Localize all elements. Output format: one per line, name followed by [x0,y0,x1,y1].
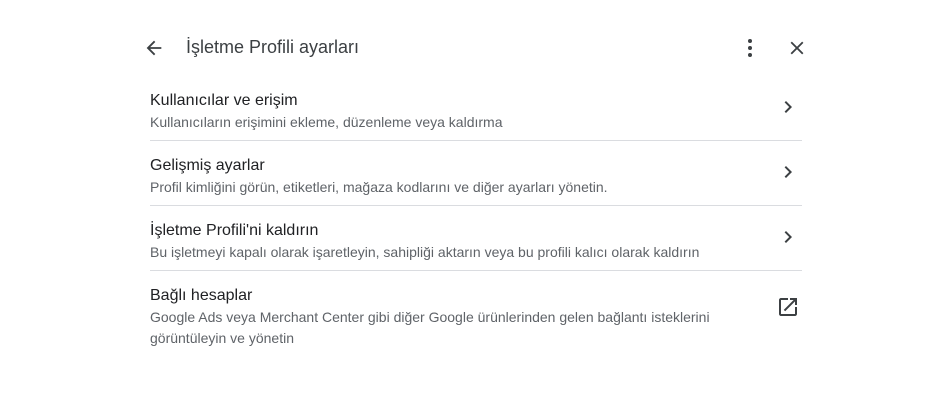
business-profile-settings-dialog: İşletme Profili ayarları Kullanıcılar ve… [128,20,822,380]
chevron-right-icon [784,166,792,178]
item-title: Gelişmiş ayarlar [150,157,265,174]
close-button[interactable] [783,34,811,62]
item-description: Google Ads veya Merchant Center gibi diğ… [150,309,710,346]
item-title: İşletme Profili'ni kaldırın [150,222,319,239]
item-description: Bu işletmeyi kapalı olarak işaretleyin, … [150,244,700,260]
settings-item-remove-profile[interactable]: İşletme Profili'ni kaldırın Bu işletmeyi… [150,206,802,271]
close-icon [790,41,804,55]
item-title: Kullanıcılar ve erişim [150,92,298,109]
item-title: Bağlı hesaplar [150,287,253,304]
arrow-back-icon [146,40,162,56]
settings-item-users-access[interactable]: Kullanıcılar ve erişim Kullanıcıların er… [150,76,802,141]
settings-item-advanced[interactable]: Gelişmiş ayarlar Profil kimliğini görün,… [150,141,802,206]
item-description: Kullanıcıların erişimini ekleme, düzenle… [150,114,503,130]
settings-list: Kullanıcılar ve erişim Kullanıcıların er… [150,76,802,359]
chevron-button[interactable] [776,95,800,119]
chevron-button[interactable] [776,160,800,184]
chevron-right-icon [784,101,792,113]
settings-item-linked-accounts[interactable]: Bağlı hesaplar Google Ads veya Merchant … [150,271,802,359]
more-vert-icon [748,39,752,57]
back-button[interactable] [140,34,168,62]
more-options-button[interactable] [736,34,764,62]
dialog-title: İşletme Profili ayarları [186,37,360,57]
chevron-button[interactable] [776,225,800,249]
open-in-new-button[interactable] [776,295,800,319]
chevron-right-icon [784,231,792,243]
dialog-header: İşletme Profili ayarları [128,20,822,76]
open-in-new-icon [779,298,797,316]
item-description: Profil kimliğini görün, etiketleri, mağa… [150,179,608,195]
